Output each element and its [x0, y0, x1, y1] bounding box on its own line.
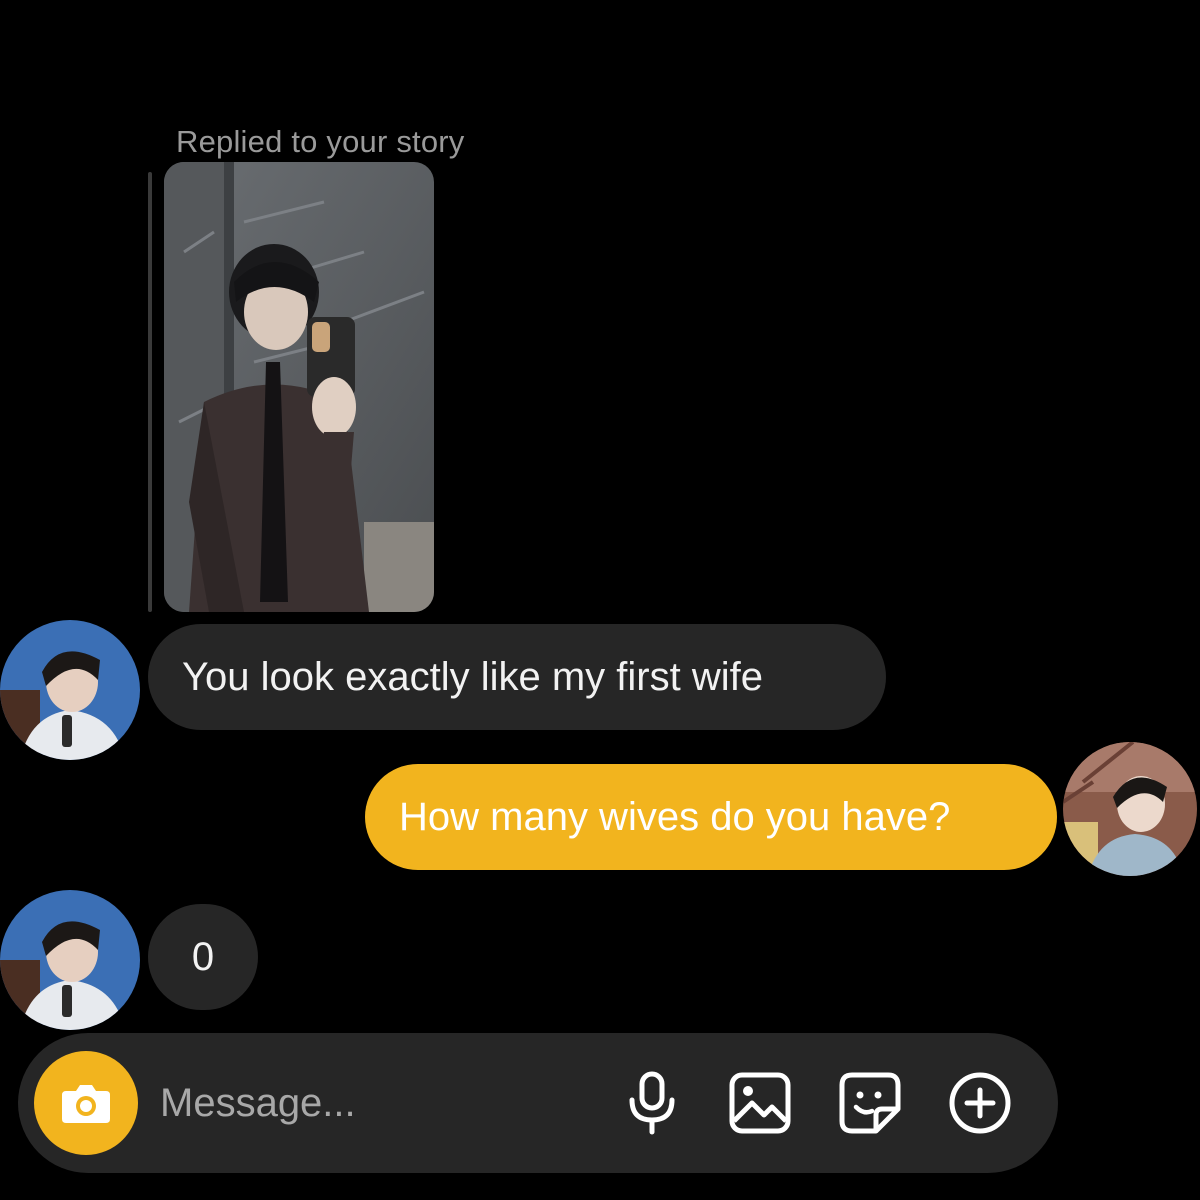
camera-button[interactable]: [34, 1051, 138, 1155]
message-bubble-incoming[interactable]: You look exactly like my first wife: [148, 624, 886, 730]
message-text: 0: [191, 934, 215, 979]
my-avatar[interactable]: [1063, 742, 1197, 876]
sticker-button[interactable]: [836, 1069, 904, 1137]
message-input[interactable]: [160, 1077, 580, 1129]
camera-icon: [62, 1085, 110, 1123]
story-thumbnail[interactable]: [164, 162, 434, 612]
sticker-icon: [839, 1072, 901, 1134]
sender-avatar[interactable]: [0, 620, 140, 760]
gallery-button[interactable]: [726, 1069, 794, 1137]
voice-message-button[interactable]: [618, 1069, 686, 1137]
reply-indicator-bar: [148, 172, 152, 612]
message-bubble-incoming[interactable]: 0: [148, 904, 258, 1010]
message-bubble-outgoing[interactable]: How many wives do you have?: [365, 764, 1057, 870]
message-text: You look exactly like my first wife: [182, 654, 763, 699]
story-reply-label: Replied to your story: [176, 124, 465, 159]
more-options-button[interactable]: [946, 1069, 1014, 1137]
microphone-icon: [629, 1071, 675, 1135]
add-icon: [949, 1072, 1011, 1134]
message-composer: [18, 1033, 1058, 1173]
message-text: How many wives do you have?: [399, 794, 951, 839]
sender-avatar[interactable]: [0, 890, 140, 1030]
gallery-icon: [729, 1072, 791, 1134]
